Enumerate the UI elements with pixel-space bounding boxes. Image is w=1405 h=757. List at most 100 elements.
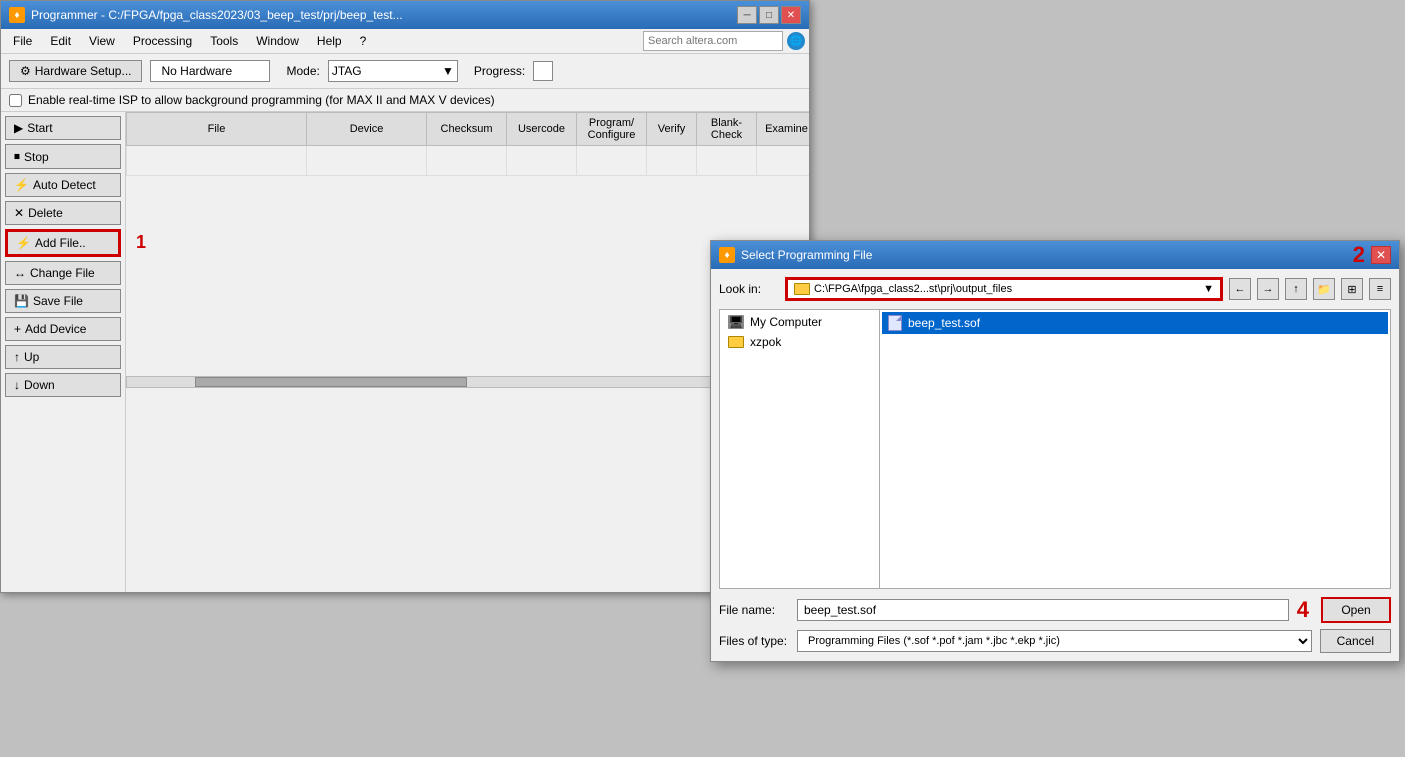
hw-setup-icon: ⚙ [20, 64, 31, 78]
menu-edit[interactable]: Edit [42, 32, 79, 50]
col-usercode: Usercode [507, 113, 577, 146]
add-device-icon: + [14, 322, 21, 336]
programmer-table: File Device Checksum Usercode Program/Co… [126, 112, 809, 176]
cell-blank [697, 146, 757, 176]
mode-label: Mode: [286, 64, 319, 78]
dialog-title-icon: ♦ [719, 247, 735, 263]
menu-help-icon[interactable]: ? [352, 32, 375, 50]
col-file: File [127, 113, 307, 146]
my-computer-label: My Computer [750, 315, 822, 329]
up-label: Up [24, 350, 39, 364]
search-input[interactable] [643, 31, 783, 51]
my-computer-item[interactable]: 🖥 My Computer [722, 312, 877, 332]
menu-view[interactable]: View [81, 32, 123, 50]
down-button[interactable]: ↓ Down [5, 373, 121, 397]
minimize-button[interactable]: ─ [737, 6, 757, 24]
look-in-path-text: C:\FPGA\fpga_class2...st\prj\output_file… [814, 283, 1012, 295]
cancel-button[interactable]: Cancel [1320, 629, 1391, 653]
look-in-dropdown-icon: ▼ [1203, 283, 1214, 295]
title-bar-left: ♦ Programmer - C:/FPGA/fpga_class2023/03… [9, 7, 403, 23]
sof-file-icon [888, 315, 902, 331]
cell-device [307, 146, 427, 176]
dialog-close-button[interactable]: ✕ [1371, 246, 1391, 264]
window-title: Programmer - C:/FPGA/fpga_class2023/03_b… [31, 8, 403, 22]
save-file-label: Save File [33, 294, 83, 308]
auto-detect-label: Auto Detect [33, 178, 96, 192]
cell-verify [647, 146, 697, 176]
auto-detect-button[interactable]: ⚡ Auto Detect [5, 173, 121, 197]
xzpok-folder-icon [728, 336, 744, 348]
isp-checkbox[interactable] [9, 94, 22, 107]
col-device: Device [307, 113, 427, 146]
nav-new-folder-button[interactable]: 📁 [1313, 278, 1335, 300]
cell-examine [757, 146, 810, 176]
delete-button[interactable]: ✕ Delete [5, 201, 121, 225]
nav-details-view-button[interactable]: ≡ [1369, 278, 1391, 300]
dialog-title-left: ♦ Select Programming File [719, 247, 872, 263]
xzpok-label: xzpok [750, 335, 781, 349]
col-examine: Examine [757, 113, 810, 146]
delete-icon: ✕ [14, 206, 24, 220]
nav-back-button[interactable]: ← [1229, 278, 1251, 300]
save-file-button[interactable]: 💾 Save File [5, 289, 121, 313]
no-hardware-display: No Hardware [150, 60, 270, 82]
folder-icon [794, 283, 810, 295]
nav-forward-button[interactable]: → [1257, 278, 1279, 300]
horizontal-scrollbar[interactable] [126, 376, 809, 388]
menu-bar: File Edit View Processing Tools Window H… [1, 29, 809, 54]
menu-tools[interactable]: Tools [202, 32, 246, 50]
save-file-icon: 💾 [14, 294, 29, 308]
cell-file [127, 146, 307, 176]
add-file-label: Add File.. [35, 236, 86, 250]
file-browser: 🖥 My Computer xzpok beep_test.sof 3 [719, 309, 1391, 589]
change-file-button[interactable]: ↔ Change File [5, 261, 121, 285]
down-label: Down [24, 378, 55, 392]
look-in-label: Look in: [719, 282, 779, 296]
dialog-title: Select Programming File [741, 248, 872, 262]
look-in-path[interactable]: C:\FPGA\fpga_class2...st\prj\output_file… [785, 277, 1223, 301]
start-icon: ▶ [14, 121, 23, 135]
add-file-button[interactable]: ⚡ Add File.. 1 [5, 229, 121, 257]
nav-list-view-button[interactable]: ⊞ [1341, 278, 1363, 300]
progress-label: Progress: [474, 64, 525, 78]
mode-value: JTAG [332, 64, 362, 78]
add-device-button[interactable]: + Add Device [5, 317, 121, 341]
maximize-button[interactable]: □ [759, 6, 779, 24]
programmer-icon: ♦ [9, 7, 25, 23]
nav-up-button[interactable]: ↑ [1285, 278, 1307, 300]
files-of-type-select[interactable]: Programming Files (*.sof *.pof *.jam *.j… [797, 630, 1312, 652]
col-verify: Verify [647, 113, 697, 146]
mode-dropdown[interactable]: JTAG ▼ [328, 60, 458, 82]
isp-row: Enable real-time ISP to allow background… [1, 89, 809, 112]
select-programming-file-dialog: ♦ Select Programming File 2 ✕ Look in: C… [710, 240, 1400, 662]
menu-processing[interactable]: Processing [125, 32, 200, 50]
file-name-label: File name: [719, 603, 789, 617]
dialog-body: Look in: C:\FPGA\fpga_class2...st\prj\ou… [711, 269, 1399, 661]
change-file-label: Change File [30, 266, 95, 280]
annotation-2: 2 [1353, 242, 1365, 268]
up-icon: ↑ [14, 350, 20, 364]
hardware-setup-button[interactable]: ⚙ Hardware Setup... [9, 60, 142, 82]
start-button[interactable]: ▶ Start [5, 116, 121, 140]
up-button[interactable]: ↑ Up [5, 345, 121, 369]
close-button[interactable]: ✕ [781, 6, 801, 24]
progress-bar [533, 61, 553, 81]
toolbar: ⚙ Hardware Setup... No Hardware Mode: JT… [1, 54, 809, 89]
main-window: ♦ Programmer - C:/FPGA/fpga_class2023/03… [0, 0, 810, 593]
open-button[interactable]: Open [1321, 597, 1391, 623]
stop-button[interactable]: ⏹ Stop [5, 144, 121, 169]
beep-test-sof-item[interactable]: beep_test.sof 3 [882, 312, 1388, 334]
add-file-icon: ⚡ [16, 236, 31, 250]
menu-file[interactable]: File [5, 32, 40, 50]
delete-label: Delete [28, 206, 63, 220]
menu-help[interactable]: Help [309, 32, 350, 50]
change-file-icon: ↔ [14, 266, 26, 280]
stop-icon: ⏹ [14, 149, 20, 164]
dropdown-arrow-icon: ▼ [442, 64, 454, 78]
stop-label: Stop [24, 150, 49, 164]
file-name-input[interactable] [797, 599, 1289, 621]
xzpok-folder-item[interactable]: xzpok [722, 332, 877, 352]
content-area: ▶ Start ⏹ Stop ⚡ Auto Detect ✕ Delete ⚡ … [1, 112, 809, 592]
menu-window[interactable]: Window [248, 32, 307, 50]
title-bar-controls: ─ □ ✕ [737, 6, 801, 24]
